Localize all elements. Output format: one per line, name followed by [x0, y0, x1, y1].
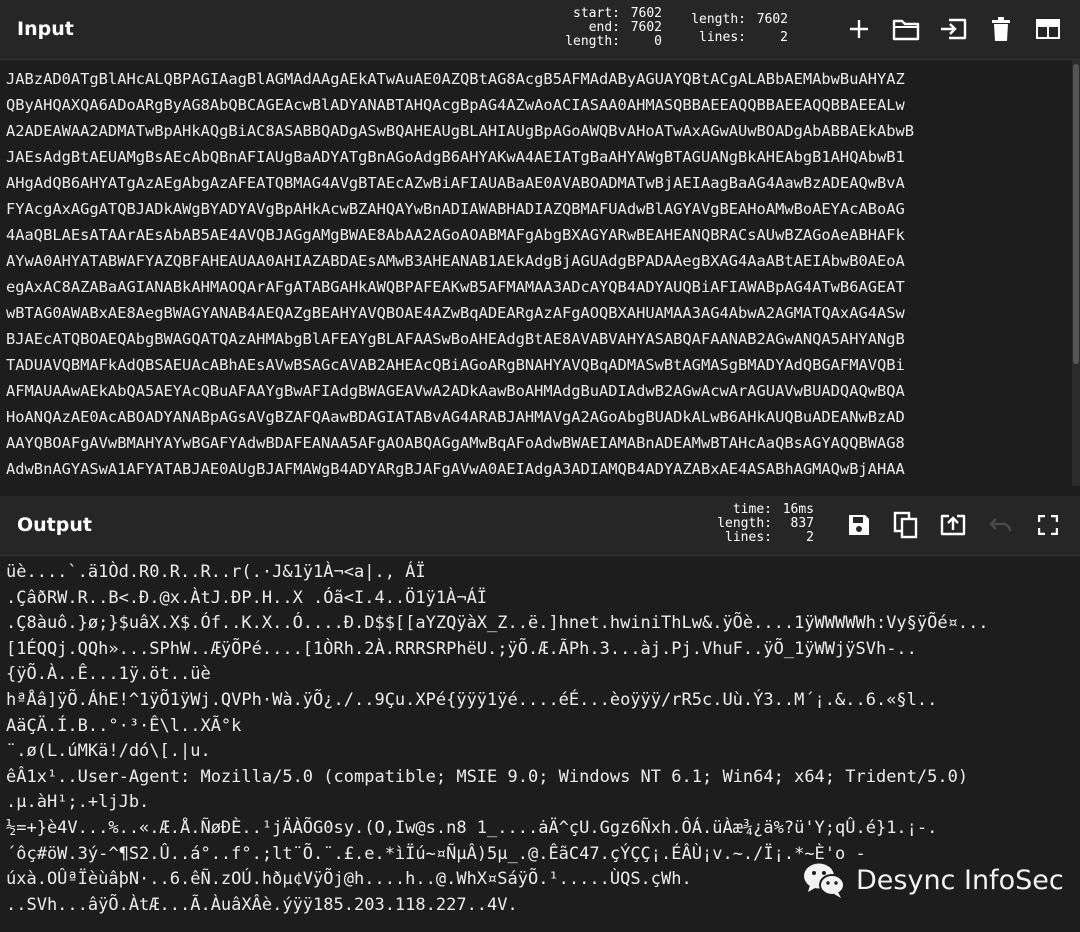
- copy-output-button[interactable]: [891, 510, 921, 540]
- time-label: time:: [732, 502, 772, 517]
- input-line: A2ADEAWAA2ADMATwBpAHkAQgBiAC8ASABBQADgAS…: [6, 122, 915, 140]
- replace-input-button[interactable]: [938, 510, 968, 540]
- input-header: Input start: 7602 end: 7602 length: 0 lengt…: [0, 0, 1080, 60]
- output-line: .ÇâðRW.R..B<.Ð.@x.ÀtJ.ÐP.H..X .Óã<I.4..Ö…: [6, 587, 488, 608]
- wechat-icon: [804, 863, 845, 898]
- input-scrollbar[interactable]: [1072, 60, 1080, 486]
- input-line: AAYQBOAFgAVwBMAHYAYwBGAFYAdwBDAFEANAA5AF…: [6, 434, 905, 452]
- input-line: AdwBnAGYASwA1AFYATABJAE0AUgBJAFMAWgB4ADY…: [6, 460, 905, 478]
- input-line: wBTAG0AWABxAE8AegBWAGYANAB4AEQAZgBEAHYAV…: [6, 304, 905, 322]
- output-stats: time: 16ms length: 837 lines: 2: [712, 503, 814, 545]
- output-lines-label: lines:: [725, 530, 772, 545]
- input-line: 4AaQBLAEsATAArAEsAbAB5AE4AVQBJAGgAMgBWAE…: [6, 226, 905, 244]
- undo-icon: [989, 518, 1012, 532]
- output-line: êÂ1x¹..User-Agent: Mozilla/5.0 (compatib…: [6, 766, 969, 787]
- input-scroll-thumb[interactable]: [1073, 64, 1079, 364]
- output-line: [1ÉQQj.QQh»...SPhW..ÆÿÕPé....[1ÒRh.2À.RR…: [6, 638, 917, 659]
- output-line: AäÇÄ.Í.B..°·³·Ê\l..XÃ°k: [6, 715, 242, 736]
- input-line: egAxAC8AZABaAGIANABkAHMAOQArAFgATABGAHkA…: [6, 278, 905, 296]
- output-length-value: 837: [790, 516, 814, 531]
- output-line: ¨.ø(L.úMKä!/dó\[.|u.: [6, 741, 211, 762]
- output-header: Output time: 16ms length: 837 lines: 2: [0, 496, 1080, 556]
- end-label: end:: [588, 20, 620, 35]
- start-label: start:: [573, 6, 620, 21]
- save-output-button[interactable]: [844, 510, 874, 540]
- open-file-button[interactable]: [891, 14, 921, 44]
- maximize-icon: [1038, 515, 1058, 535]
- layout-icon: [1036, 19, 1060, 39]
- input-textarea[interactable]: JABzAD0ATgBlAHcALQBPAGIAagBlAGMAdAAgAEkA…: [0, 60, 1080, 486]
- folder-icon: [892, 19, 920, 41]
- input-line: TADUAVQBMAFkAdQBSAEUAcABhAEsAVwBSAGcAVAB…: [6, 356, 905, 374]
- output-lines-value: 2: [806, 530, 814, 545]
- open-folder-button[interactable]: [938, 14, 968, 44]
- add-tab-button[interactable]: [844, 14, 874, 44]
- input-length-stats: length: 7602 lines: 2: [686, 11, 788, 47]
- output-line: ½=+}è4V...%..«.Æ.Å.ÑøÐÈ..¹jÄÀÕG0sy.(O,Iw…: [6, 817, 938, 838]
- trash-icon: [992, 17, 1010, 41]
- watermark-text: Desync InfoSec: [856, 864, 1064, 896]
- time-value: 16ms: [782, 502, 814, 517]
- add-icon: [850, 20, 868, 38]
- output-line: {ÿÕ.À..Ê...1ÿ.öt..üè: [6, 664, 211, 685]
- save-icon: [849, 515, 869, 535]
- output-length-label: length:: [717, 516, 772, 531]
- output-line: hªÅâ]ÿÕ.ÁhE!^1ÿÕ1ÿWj.QVPh·Wà.ÿÕ¿./..9Çu.…: [6, 689, 938, 710]
- input-line: AFMAUAAwAEkAbQA5AEYAcQBuAFAAYgBwAFIAdgBW…: [6, 382, 905, 400]
- output-line: .Ç8àuô.}ø;}$uâX.X$.Óf..K.X..Ó....Ð.D$$[[…: [6, 613, 989, 634]
- output-title: Output: [17, 514, 92, 536]
- input-line: JABzAD0ATgBlAHcALQBPAGIAagBlAGMAdAAgAEkA…: [6, 70, 905, 88]
- input-to-file-icon: [941, 18, 967, 40]
- selection-length-label: length:: [565, 34, 620, 49]
- input-line: HoANQAzAE0AcABOADYANABpAGsAVgBZAFQAawBDA…: [6, 408, 905, 426]
- selection-length-value: 0: [654, 34, 662, 49]
- watermark: Desync InfoSec: [802, 858, 1064, 902]
- output-line: .µ.àH¹;.+ljJb.: [6, 792, 150, 813]
- input-lines-value: 2: [780, 30, 788, 45]
- input-line: BJAEcATQBOAEQAbgBWAGQATQAzAHMAbgBlAFEAYg…: [6, 330, 905, 348]
- maximize-output-button[interactable]: [1033, 510, 1063, 540]
- input-length-label: length:: [691, 12, 746, 27]
- input-title: Input: [17, 18, 74, 40]
- input-selection-stats: start: 7602 end: 7602 length: 0: [560, 7, 662, 49]
- input-line: FYAcgAxAGgATQBJADkAWgBYADYAVgBpAHkAcwBZA…: [6, 200, 905, 218]
- replace-input-icon: [940, 514, 966, 536]
- reset-layout-button[interactable]: [1033, 14, 1063, 44]
- input-line: QByAHQAXQA6ADoARgByAG8AbQBCAGEAcwBlADYAN…: [6, 96, 905, 114]
- input-line: JAEsAdgBtAEUAMgBsAEcAbQBnAFIAUgBaADYATgB…: [6, 148, 905, 166]
- input-line: AYwA0AHYATABWAFYAZQBFAHEAUAA0AHIAZABDAEs…: [6, 252, 905, 270]
- output-line: üè....`.ä1Òd.R0.R..R..r(.·J&1ÿ1À¬<a|., Á…: [6, 562, 426, 582]
- clear-input-button[interactable]: [986, 14, 1016, 44]
- copy-icon: [893, 511, 918, 539]
- input-lines-label: lines:: [699, 30, 746, 45]
- undo-button[interactable]: [986, 510, 1016, 540]
- start-value: 7602: [630, 6, 662, 21]
- input-length-value: 7602: [756, 12, 788, 27]
- end-value: 7602: [630, 20, 662, 35]
- input-line: AHgAdQB6AHYATgAzAEgAbgAzAFEATQBMAG4AVgBT…: [6, 174, 905, 192]
